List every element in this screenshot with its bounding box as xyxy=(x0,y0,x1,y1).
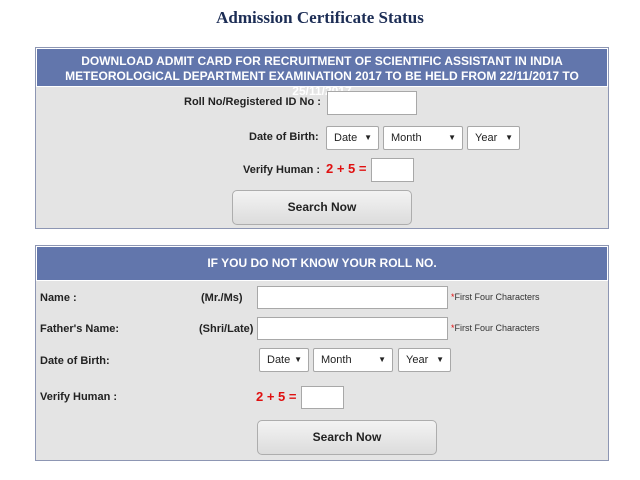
header-line-1: DOWNLOAD ADMIT CARD FOR RECRUITMENT OF S… xyxy=(81,54,563,68)
page-title: Admission Certificate Status xyxy=(216,8,424,27)
roll-number-panel: DOWNLOAD ADMIT CARD FOR RECRUITMENT OF S… xyxy=(35,47,609,229)
father-hint-text: First Four Characters xyxy=(454,323,540,333)
dob-year-select[interactable]: Year ▼ xyxy=(467,126,520,150)
verify-human-label: Verify Human : xyxy=(40,391,118,403)
roll-number-label: Roll No/Registered ID No : xyxy=(184,96,321,108)
dob-month-select[interactable]: Month ▼ xyxy=(313,348,393,372)
dob-year-select[interactable]: Year ▼ xyxy=(398,348,451,372)
panel-header: DOWNLOAD ADMIT CARD FOR RECRUITMENT OF S… xyxy=(36,48,608,98)
panel-header: IF YOU DO NOT KNOW YOUR ROLL NO. xyxy=(36,246,608,281)
dob-day-value: Date xyxy=(267,354,291,366)
father-name-label: Father's Name: xyxy=(40,323,120,335)
dob-month-value: Month xyxy=(321,354,352,366)
dob-year-value: Year xyxy=(475,132,498,144)
chevron-down-icon: ▼ xyxy=(364,133,372,142)
dob-day-select[interactable]: Date ▼ xyxy=(326,126,379,150)
dob-month-select[interactable]: Month ▼ xyxy=(383,126,463,150)
chevron-down-icon: ▼ xyxy=(448,133,456,142)
dob-label: Date of Birth: xyxy=(249,131,319,143)
name-hint: *First Four Characters xyxy=(451,292,540,302)
verify-human-label: Verify Human : xyxy=(243,164,321,176)
name-label: Name : xyxy=(40,292,77,304)
search-by-name-panel: IF YOU DO NOT KNOW YOUR ROLL NO. Name : … xyxy=(35,245,609,461)
chevron-down-icon: ▼ xyxy=(294,355,302,364)
name-prefix-label: (Mr./Ms) xyxy=(201,292,243,304)
father-name-input[interactable] xyxy=(257,317,448,340)
chevron-down-icon: ▼ xyxy=(505,133,513,142)
roll-number-input[interactable] xyxy=(327,91,417,115)
captcha-answer-input[interactable] xyxy=(371,158,414,182)
header-line-2: METEOROLOGICAL DEPARTMENT EXAMINATION 20… xyxy=(65,69,579,98)
father-hint: *First Four Characters xyxy=(451,323,540,333)
captcha-answer-input[interactable] xyxy=(301,386,344,409)
search-now-button[interactable]: Search Now xyxy=(232,190,412,225)
dob-label: Date of Birth: xyxy=(40,355,110,367)
dob-day-select[interactable]: Date ▼ xyxy=(259,348,309,372)
captcha-question: 2 + 5 = xyxy=(326,161,367,176)
name-input[interactable] xyxy=(257,286,448,309)
dob-year-value: Year xyxy=(406,354,429,366)
captcha-question: 2 + 5 = xyxy=(256,389,297,404)
name-hint-text: First Four Characters xyxy=(454,292,540,302)
chevron-down-icon: ▼ xyxy=(378,355,386,364)
dob-month-value: Month xyxy=(391,132,422,144)
chevron-down-icon: ▼ xyxy=(436,355,444,364)
dob-day-value: Date xyxy=(334,132,358,144)
search-now-button[interactable]: Search Now xyxy=(257,420,437,455)
father-prefix-label: (Shri/Late) xyxy=(199,323,254,335)
